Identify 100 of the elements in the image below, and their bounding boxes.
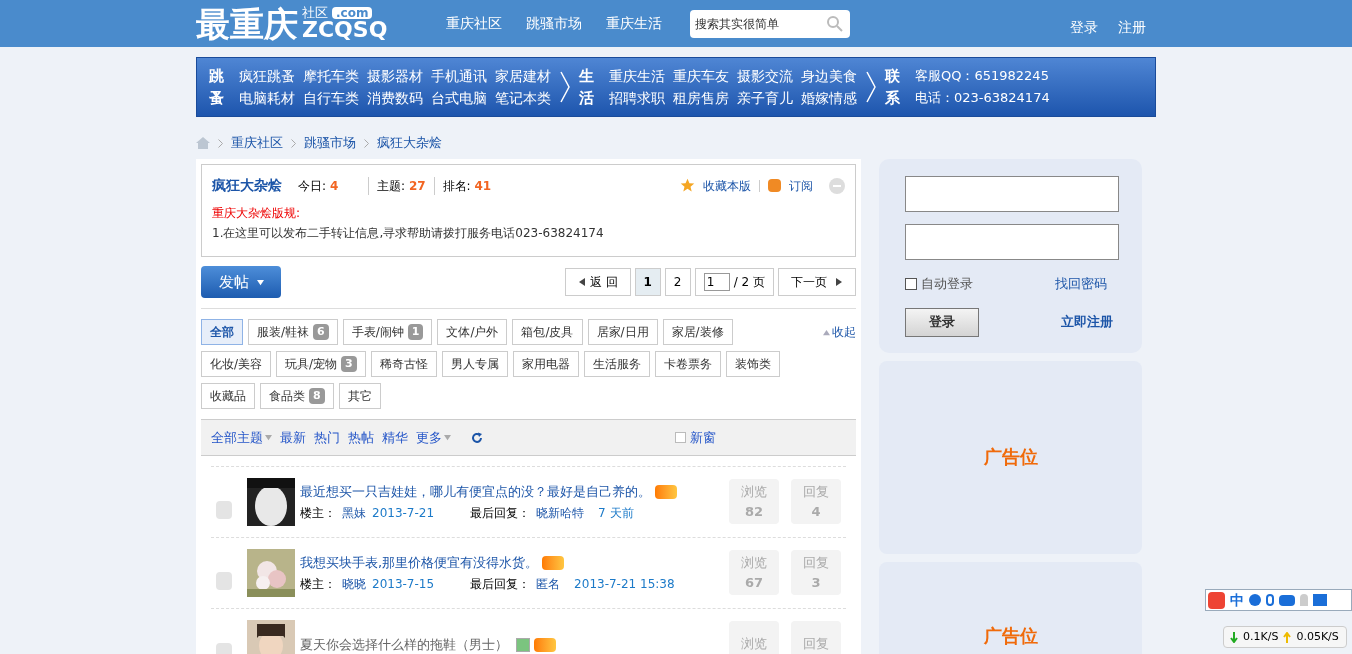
nav-link[interactable]: 重庆生活 [606,13,662,34]
caret-icon [256,278,264,286]
search-field[interactable]: 搜索其实很简单 [690,9,850,38]
banner-group-label: 跳蚤 [209,66,225,109]
banner-link[interactable]: 亲子育儿 [737,88,793,108]
ime-mode[interactable]: 中 [1230,593,1244,607]
thread-title[interactable]: 最近想买一只吉娃娃，哪儿有便宜点的没？最好是自己养的。 [300,483,651,499]
category-tab[interactable]: 稀奇古怪 [370,351,437,377]
category-tab[interactable]: 卡卷票务 [654,351,721,377]
breadcrumb-link[interactable]: 疯狂大杂烩 [377,133,442,153]
stat-box: 浏览 [729,621,779,654]
filter-link[interactable]: 热门 [314,427,340,448]
chevron-icon [865,70,877,104]
category-tab[interactable]: 食品类 8 [260,383,334,409]
banner-link[interactable]: 摄影交流 [737,66,793,86]
nav-link[interactable]: 跳骚市场 [526,13,582,34]
stat-box: 回复 4 [791,479,841,524]
category-tab[interactable]: 居家/日用 [587,319,658,345]
banner-link[interactable]: 摩托车类 [303,66,359,86]
author-label: 楼主： [300,575,336,593]
next-page-button[interactable]: 下一页 [778,268,856,296]
breadcrumb-link[interactable]: 跳骚市场 [304,133,356,153]
category-tab[interactable]: 文体/户外 [437,319,508,345]
banner-group-label: 联系 [885,66,901,109]
filter-link[interactable]: 精华 [382,427,408,448]
password-field[interactable] [905,224,1119,260]
register-link[interactable]: 立即注册 [1061,312,1113,332]
filter-link[interactable]: 全部主题 [211,427,272,448]
category-tab[interactable]: 手表/闹钟 1 [342,319,433,345]
image-icon [516,638,530,652]
subscribe-link[interactable]: 订阅 [789,176,813,195]
category-tab[interactable]: 生活服务 [583,351,650,377]
banner-link[interactable]: 自行车类 [303,88,359,108]
search-icon[interactable] [826,14,844,33]
banner-link[interactable]: 招聘求职 [609,88,665,108]
category-tab[interactable]: 家用电器 [512,351,579,377]
forum-title: 疯狂大杂烩 [212,176,282,195]
banner-link[interactable]: 家居建材 [495,66,551,86]
page-button[interactable]: 1 [634,268,661,296]
auto-login-checkbox[interactable]: 自动登录 [905,274,973,294]
thread-title[interactable]: 我想买块手表,那里价格便宜有没得水货。 [300,554,539,570]
last-reply-user[interactable]: 匿名 [536,574,561,593]
category-tab[interactable]: 化妆/美容 [201,351,272,377]
upload-arrow-icon [1283,631,1292,643]
last-reply-user[interactable]: 晓新哈特 [536,503,585,522]
category-tab[interactable]: 全部 [201,319,243,345]
breadcrumb-separator-icon [218,138,223,148]
filter-link[interactable]: 更多 [416,427,451,448]
banner-link[interactable]: 疯狂跳蚤 [239,66,295,86]
last-reply-time: 7 天前 [598,504,634,522]
author-link[interactable]: 黑妹 [342,503,366,522]
hot-icon [655,485,677,499]
banner-link[interactable]: 摄影器材 [367,66,423,86]
category-tab[interactable]: 服装/鞋袜 6 [248,319,338,345]
document-icon [216,501,232,519]
banner-link[interactable]: 重庆生活 [609,66,665,86]
document-icon [216,572,232,590]
forgot-password-link[interactable]: 找回密码 [1055,274,1107,294]
username-field[interactable] [905,176,1119,212]
nav-link[interactable]: 重庆社区 [446,13,502,34]
back-button[interactable]: 返 回 [564,268,631,296]
dropdown-caret-icon [444,434,451,441]
banner-link[interactable]: 台式电脑 [431,88,487,108]
forum-stat: 今日: 4 [298,177,340,195]
category-tab[interactable]: 收藏品 [201,383,255,409]
page-input[interactable]: 1 [703,273,730,291]
rules-title: 重庆大杂烩版规: [212,205,302,222]
banner-link[interactable]: 电脑耗材 [239,88,295,108]
new-window-checkbox[interactable]: 新窗 [675,427,716,448]
banner-link[interactable]: 手机通讯 [431,66,487,86]
category-tab[interactable]: 其它 [338,383,381,409]
filter-link[interactable]: 热帖 [348,427,374,448]
category-tab[interactable]: 装饰类 [725,351,780,377]
forum-stat: 主题: 27 [368,176,426,195]
category-tab[interactable]: 男人专属 [441,351,508,377]
ad-text: 广告位 [983,445,1038,469]
dropdown-caret-icon [265,434,272,441]
banner-link[interactable]: 租房售房 [673,88,729,108]
banner-link[interactable]: 婚嫁情感 [801,88,857,108]
auth-link[interactable]: 注册 [1118,17,1146,38]
breadcrumb-link[interactable]: 重庆社区 [231,133,283,153]
auth-link[interactable]: 登录 [1070,17,1098,38]
page-button[interactable]: 2 [664,268,691,296]
new-post-button[interactable]: 发帖 [201,266,281,298]
thread-title[interactable]: 夏天你会选择什么样的拖鞋（男士） [300,636,508,652]
refresh-icon[interactable] [471,431,483,444]
login-button[interactable]: 登录 [905,307,979,337]
author-link[interactable]: 晓晓 [342,574,366,593]
download-arrow-icon [1230,631,1238,643]
banner-link[interactable]: 重庆车友 [673,66,729,86]
banner-link[interactable]: 笔记本类 [495,88,551,108]
category-tab[interactable]: 家居/装修 [662,319,733,345]
banner-link[interactable]: 身边美食 [801,66,857,86]
banner-link[interactable]: 消费数码 [367,88,423,108]
category-tab[interactable]: 箱包/皮具 [512,319,583,345]
download-speed: 0.1K/S [1243,628,1279,645]
favorite-link[interactable]: 收藏本版 [703,176,751,195]
collapse-link[interactable]: 收起 [832,323,856,341]
filter-link[interactable]: 最新 [280,427,306,448]
category-tab[interactable]: 玩具/宠物 3 [276,351,366,377]
